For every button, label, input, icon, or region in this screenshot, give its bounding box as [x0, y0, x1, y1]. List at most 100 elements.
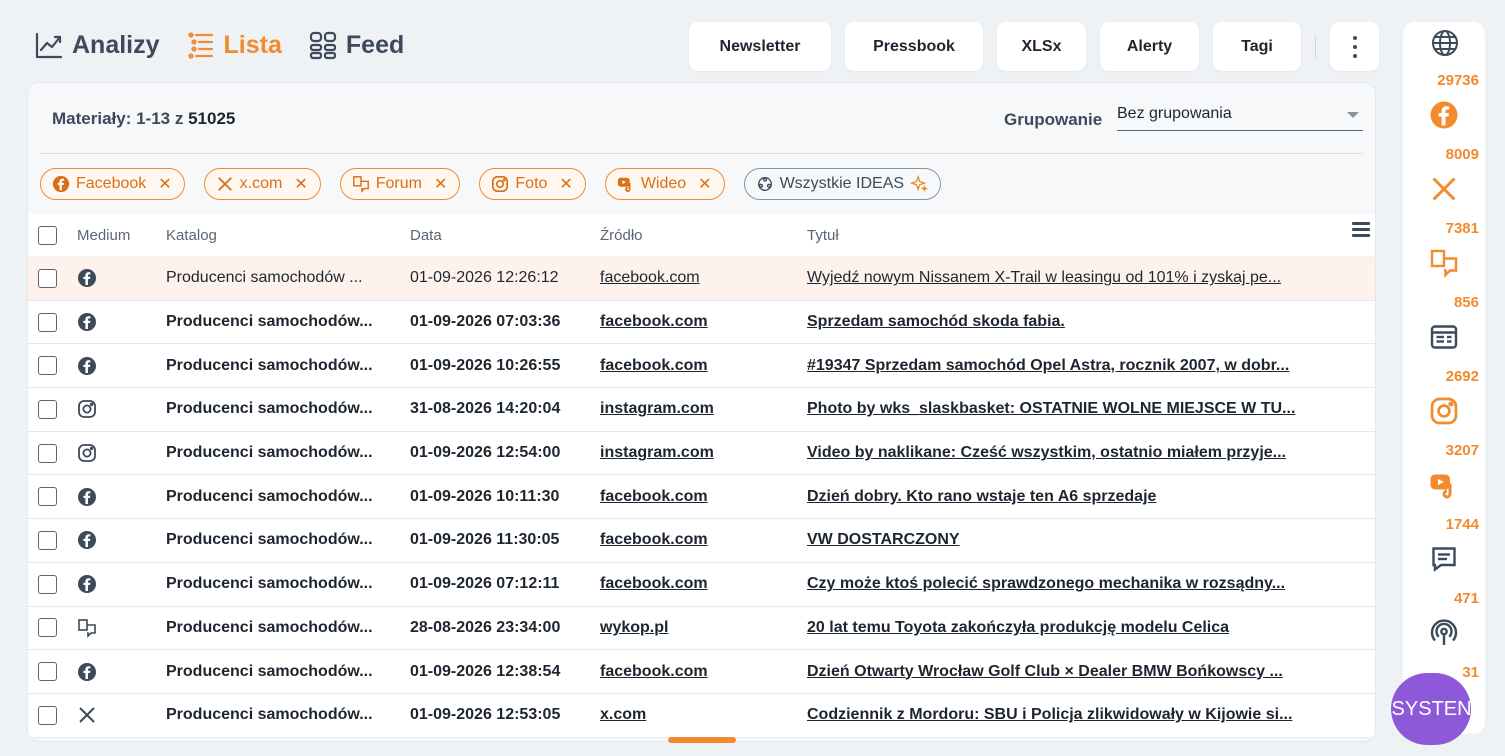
- close-icon[interactable]: ✕: [559, 174, 572, 194]
- cell-data: 31-08-2026 14:20:04: [410, 400, 561, 418]
- table-row[interactable]: Producenci samochodów... 01-09-2026 10:1…: [28, 475, 1375, 520]
- close-icon[interactable]: ✕: [434, 174, 447, 194]
- row-checkbox[interactable]: [38, 487, 57, 507]
- table-row[interactable]: Producenci samochodów ... 01-09-2026 12:…: [28, 257, 1375, 301]
- grouping-select[interactable]: Bez grupowania: [1117, 102, 1363, 131]
- pressbook-button[interactable]: Pressbook: [845, 22, 983, 71]
- view-feed[interactable]: Feed: [308, 30, 404, 60]
- cell-katalog: Producenci samochodów...: [166, 531, 373, 549]
- cell-katalog: Producenci samochodów...: [166, 487, 373, 505]
- cell-source-link[interactable]: facebook.com: [600, 313, 708, 330]
- view-lista[interactable]: Lista: [186, 30, 282, 60]
- cell-source-link[interactable]: facebook.com: [600, 269, 700, 286]
- table-row[interactable]: Producenci samochodów... 01-09-2026 11:3…: [28, 519, 1375, 563]
- x-icon[interactable]: [1429, 174, 1459, 209]
- table-row[interactable]: Producenci samochodów... 01-09-2026 07:1…: [28, 563, 1375, 607]
- cell-title-link[interactable]: Photo by wks_slaskbasket: OSTATNIE WOLNE…: [807, 400, 1347, 418]
- table-row[interactable]: Producenci samochodów... 01-09-2026 10:2…: [28, 344, 1375, 389]
- horizontal-scrollbar[interactable]: [668, 737, 736, 743]
- filter-chip-foto[interactable]: Foto ✕: [479, 168, 586, 200]
- forum-icon[interactable]: [1429, 248, 1459, 283]
- row-checkbox[interactable]: [38, 705, 57, 725]
- cell-title-link[interactable]: Dzień Otwarty Wrocław Golf Club × Dealer…: [807, 663, 1347, 681]
- grid-icon: [309, 31, 336, 60]
- tagi-button[interactable]: Tagi: [1213, 22, 1301, 71]
- facebook-icon[interactable]: [1429, 100, 1459, 135]
- cell-source-link[interactable]: facebook.com: [600, 575, 708, 592]
- facebook-icon: [52, 175, 70, 193]
- cell-title-link[interactable]: 20 lat temu Toyota zakończyła produkcję …: [807, 619, 1347, 637]
- select-all-checkbox[interactable]: [38, 225, 57, 245]
- facebook-icon: [77, 268, 166, 288]
- row-checkbox[interactable]: [38, 574, 57, 594]
- cell-katalog: Producenci samochodów...: [166, 313, 373, 331]
- table-row[interactable]: Producenci samochodów... 31-08-2026 14:2…: [28, 388, 1375, 432]
- filter-chip-ideas[interactable]: Wszystkie IDEAS: [743, 168, 942, 200]
- cell-title-link[interactable]: Codziennik z Mordoru: SBU i Policja zlik…: [807, 706, 1347, 724]
- column-tytul[interactable]: Tytuł: [807, 227, 1347, 244]
- column-zrodlo[interactable]: Źródło: [600, 227, 807, 244]
- instagram-icon[interactable]: [1429, 396, 1459, 431]
- hamburger-menu-icon[interactable]: [1352, 222, 1370, 240]
- table-row[interactable]: Producenci samochodów... 01-09-2026 12:5…: [28, 694, 1375, 738]
- row-checkbox[interactable]: [38, 312, 57, 332]
- cell-source-link[interactable]: instagram.com: [600, 444, 714, 461]
- news-icon[interactable]: [1429, 322, 1459, 357]
- filter-chip-xcom[interactable]: x.com ✕: [203, 168, 321, 200]
- cell-source-link[interactable]: x.com: [600, 706, 646, 723]
- filter-chip-label: x.com: [239, 175, 283, 192]
- cell-title-link[interactable]: Wyjedź nowym Nissanem X-Trail w leasingu…: [807, 269, 1347, 287]
- cell-source-link[interactable]: facebook.com: [600, 357, 708, 374]
- cell-source-link[interactable]: facebook.com: [600, 663, 708, 680]
- filter-chip-forum[interactable]: Forum ✕: [339, 168, 461, 200]
- cell-title-link[interactable]: Video by naklikane: Cześć wszystkim, ost…: [807, 444, 1347, 462]
- xlsx-button[interactable]: XLSx: [997, 22, 1086, 71]
- view-analizy[interactable]: Analizy: [34, 30, 160, 60]
- cell-source-link[interactable]: facebook.com: [600, 531, 708, 548]
- filter-chip-facebook[interactable]: Facebook ✕: [40, 168, 185, 200]
- podcast-icon[interactable]: [1429, 618, 1459, 653]
- filter-chip-wideo[interactable]: Wideo ✕: [604, 168, 725, 200]
- comment-icon[interactable]: [1429, 544, 1459, 579]
- cell-source-link[interactable]: wykop.pl: [600, 619, 668, 636]
- table-row[interactable]: Producenci samochodów... 01-09-2026 12:5…: [28, 432, 1375, 476]
- close-icon[interactable]: ✕: [158, 174, 171, 194]
- cell-source-link[interactable]: facebook.com: [600, 488, 708, 505]
- video-icon[interactable]: [1429, 470, 1459, 505]
- table-row[interactable]: Producenci samochodów... 01-09-2026 12:3…: [28, 650, 1375, 694]
- filter-chip-label: Facebook: [76, 175, 147, 192]
- column-data[interactable]: Data: [410, 227, 600, 244]
- row-checkbox[interactable]: [38, 268, 57, 288]
- globe-icon[interactable]: [1430, 28, 1460, 63]
- more-options-button[interactable]: [1330, 22, 1379, 71]
- table-row[interactable]: Producenci samochodów... 28-08-2026 23:3…: [28, 607, 1375, 651]
- table-header: Medium Katalog Data Źródło Tytuł: [28, 214, 1375, 257]
- cell-title-link[interactable]: Czy może ktoś polecić sprawdzonego mecha…: [807, 575, 1347, 593]
- list-icon: [187, 32, 213, 59]
- newsletter-button[interactable]: Newsletter: [689, 22, 831, 71]
- assistant-button[interactable]: ASYSTENT: [1391, 673, 1471, 745]
- cell-title-link[interactable]: Dzień dobry. Kto rano wstaje ten A6 sprz…: [807, 488, 1347, 506]
- cell-source-link[interactable]: instagram.com: [600, 400, 714, 417]
- row-checkbox[interactable]: [38, 618, 57, 638]
- cell-data: 01-09-2026 07:12:11: [410, 575, 560, 593]
- row-checkbox[interactable]: [38, 662, 57, 682]
- cell-data: 01-09-2026 12:38:54: [410, 662, 561, 680]
- row-checkbox[interactable]: [38, 443, 57, 463]
- alerty-button[interactable]: Alerty: [1100, 22, 1199, 71]
- cell-data: 01-09-2026 10:26:55: [410, 356, 561, 374]
- row-checkbox[interactable]: [38, 530, 57, 550]
- rail-count: 471: [1453, 590, 1479, 607]
- cell-title-link[interactable]: #19347 Sprzedam samochód Opel Astra, roc…: [807, 357, 1347, 375]
- cell-title-link[interactable]: VW DOSTARCZONY: [807, 531, 1347, 549]
- close-icon[interactable]: ✕: [294, 174, 307, 194]
- table-row[interactable]: Producenci samochodów... 01-09-2026 07:0…: [28, 301, 1375, 345]
- cell-katalog: Producenci samochodów...: [166, 444, 373, 462]
- close-icon[interactable]: ✕: [698, 174, 711, 194]
- row-checkbox[interactable]: [38, 399, 57, 419]
- column-katalog[interactable]: Katalog: [166, 227, 410, 244]
- grouping-value: Bez grupowania: [1117, 105, 1232, 122]
- column-medium[interactable]: Medium: [76, 227, 166, 244]
- cell-title-link[interactable]: Sprzedam samochód skoda fabia.: [807, 313, 1347, 331]
- row-checkbox[interactable]: [38, 356, 57, 376]
